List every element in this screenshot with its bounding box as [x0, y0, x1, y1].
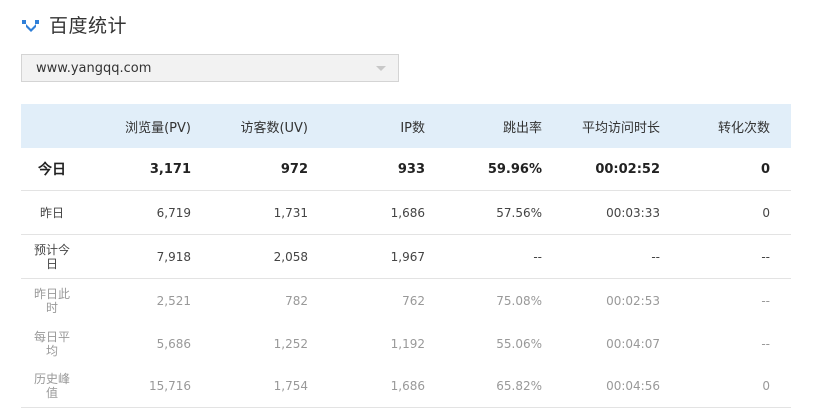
- baidu-tongji-logo-icon: [22, 20, 39, 32]
- cell-uv: 1,754: [273, 379, 308, 393]
- cell-conversions: --: [761, 249, 770, 264]
- cell-uv: 2,058: [273, 249, 308, 264]
- cell-conversions: 0: [762, 379, 770, 393]
- cell-avg-duration: 00:02:53: [606, 293, 660, 308]
- column-header-pv[interactable]: 浏览量(PV): [83, 117, 191, 136]
- site-selector-value: www.yangqq.com: [36, 60, 152, 76]
- row-label: 昨日此时: [21, 287, 83, 315]
- column-header-ip[interactable]: IP数: [308, 117, 425, 136]
- cell-pv: 2,521: [156, 293, 191, 308]
- column-header-bounce-rate[interactable]: 跳出率: [425, 117, 542, 136]
- cell-avg-duration: 00:03:33: [606, 205, 660, 220]
- cell-bounce-rate: 55.06%: [496, 336, 542, 351]
- table-row-yesterday-same-time: 昨日此时 2,521 782 762 75.08% 00:02:53 --: [21, 279, 791, 322]
- cell-avg-duration: 00:04:56: [606, 379, 660, 393]
- row-label: 每日平均: [21, 330, 83, 358]
- page-title: 百度统计: [49, 14, 128, 37]
- cell-pv: 15,716: [149, 379, 191, 393]
- row-label-text: 历史峰值: [33, 372, 70, 400]
- row-label: 昨日: [21, 206, 83, 220]
- row-label-text: 每日平均: [33, 329, 70, 358]
- cell-conversions: 0: [762, 205, 770, 220]
- cell-conversions: --: [761, 336, 770, 351]
- cell-uv: 1,252: [273, 336, 308, 351]
- cell-pv: 7,918: [156, 249, 191, 264]
- table-row-historical-peak: 历史峰值 15,716 1,754 1,686 65.82% 00:04:56 …: [21, 365, 791, 408]
- stats-table: 浏览量(PV) 访客数(UV) IP数 跳出率 平均访问时长 转化次数 今日 3…: [21, 104, 791, 408]
- cell-uv: 782: [285, 293, 308, 308]
- cell-avg-duration: 00:04:07: [606, 336, 660, 351]
- row-label-text: 昨日此时: [33, 286, 70, 315]
- cell-uv: 1,731: [273, 205, 308, 220]
- cell-ip: 933: [397, 161, 425, 177]
- row-label-text: 预计今日: [33, 242, 70, 271]
- table-row-today: 今日 3,171 972 933 59.96% 00:02:52 0: [21, 148, 791, 191]
- cell-conversions: 0: [760, 161, 770, 177]
- cell-bounce-rate: 59.96%: [487, 161, 542, 177]
- row-label-text: 昨日: [39, 205, 64, 220]
- cell-ip: 1,967: [390, 249, 425, 264]
- cell-bounce-rate: --: [533, 249, 542, 264]
- cell-ip: 762: [402, 293, 425, 308]
- row-label: 今日: [38, 162, 66, 178]
- cell-bounce-rate: 57.56%: [496, 205, 542, 220]
- cell-pv: 3,171: [149, 161, 191, 177]
- cell-avg-duration: 00:02:52: [595, 161, 660, 177]
- cell-bounce-rate: 65.82%: [496, 379, 542, 393]
- column-header-uv[interactable]: 访客数(UV): [191, 117, 308, 136]
- chevron-down-icon[interactable]: [376, 65, 386, 71]
- cell-avg-duration: --: [651, 249, 660, 264]
- row-label: 预计今日: [21, 243, 83, 271]
- site-selector-dropdown[interactable]: www.yangqq.com: [21, 54, 399, 82]
- page-header: 百度统计: [21, 10, 127, 38]
- table-header-row: 浏览量(PV) 访客数(UV) IP数 跳出率 平均访问时长 转化次数: [21, 104, 791, 148]
- cell-bounce-rate: 75.08%: [496, 293, 542, 308]
- cell-ip: 1,686: [390, 205, 425, 220]
- column-header-avg-duration[interactable]: 平均访问时长: [542, 117, 660, 136]
- cell-conversions: --: [761, 293, 770, 308]
- cell-uv: 972: [280, 161, 308, 177]
- cell-ip: 1,686: [390, 379, 425, 393]
- column-header-conversions[interactable]: 转化次数: [660, 117, 776, 136]
- row-label: 历史峰值: [21, 372, 83, 400]
- table-row-forecast-today: 预计今日 7,918 2,058 1,967 -- -- --: [21, 235, 791, 279]
- cell-ip: 1,192: [390, 336, 425, 351]
- cell-pv: 5,686: [156, 336, 191, 351]
- table-row-daily-average: 每日平均 5,686 1,252 1,192 55.06% 00:04:07 -…: [21, 322, 791, 365]
- table-row-yesterday: 昨日 6,719 1,731 1,686 57.56% 00:03:33 0: [21, 191, 791, 235]
- cell-pv: 6,719: [156, 205, 191, 220]
